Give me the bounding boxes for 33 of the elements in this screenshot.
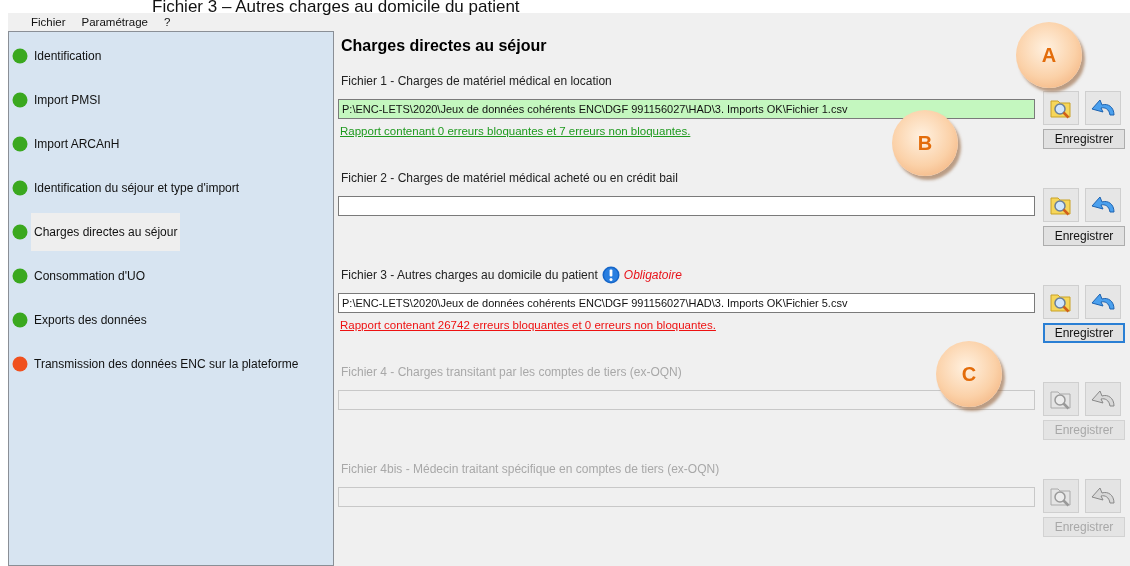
file-path-field[interactable] xyxy=(338,196,1035,216)
file-label: Fichier 4 - Charges transitant par les comptes de tiers (ex-OQN) xyxy=(341,365,682,379)
file-label: Fichier 3 - Autres charges au domicile du patient xyxy=(341,268,598,282)
undo-button[interactable] xyxy=(1085,188,1121,222)
section-title: Charges directes au séjour xyxy=(341,37,547,54)
file-path-field[interactable]: P:\ENC-LETS\2020\Jeux de données cohérents ENC\DGF 991156027\HAD\3. Imports OK\Fichier 5.csv xyxy=(338,293,1035,313)
info-icon xyxy=(601,266,620,284)
required-note: Obligatoire xyxy=(623,268,682,282)
sidebar-item[interactable]: Transmission des données ENC sur la plateforme xyxy=(31,345,302,383)
menu-item[interactable]: Fichier xyxy=(31,16,66,28)
report-link[interactable]: Rapport contenant 26742 erreurs bloquantes et 0 erreurs non bloquantes. xyxy=(338,319,716,331)
menu-item[interactable]: Paramétrage xyxy=(81,16,148,28)
sidebar-item[interactable]: Identification du séjour et type d'import xyxy=(31,169,243,207)
file-label: Fichier 2 - Charges de matériel médical acheté ou en crédit bail xyxy=(341,171,678,185)
caption-text: Fichier 3 – Autres charges au domicile du patient xyxy=(151,0,521,13)
file-path-field[interactable]: P:\ENC-LETS\2020\Jeux de données cohérents ENC\DGF 991156027\HAD\3. Imports OK\Fichier 1.csv xyxy=(338,99,1035,119)
browse-button[interactable] xyxy=(1043,188,1079,222)
file-label: Fichier 1 - Charges de matériel médical en location xyxy=(341,74,612,88)
sidebar-item[interactable]: Exports des données xyxy=(31,301,150,339)
save-button[interactable]: Enregistrer xyxy=(1043,323,1125,343)
undo-button[interactable] xyxy=(1085,91,1121,125)
save-button[interactable]: Enregistrer xyxy=(1043,129,1125,149)
sidebar-item[interactable]: Import PMSI xyxy=(31,81,104,119)
sidebar-item[interactable]: Import ARCAnH xyxy=(31,125,123,163)
sidebar-item[interactable]: Charges directes au séjour xyxy=(31,213,181,251)
browse-button[interactable] xyxy=(1043,285,1079,319)
sidebar-item[interactable]: Identification xyxy=(31,37,105,75)
file-label: Fichier 4bis - Médecin traitant spécifique en comptes de tiers (ex-OQN) xyxy=(341,462,720,476)
sidebar-item[interactable]: Consommation d'UO xyxy=(31,257,148,295)
menu-item[interactable]: ? xyxy=(164,16,171,28)
browse-button[interactable] xyxy=(1043,91,1079,125)
save-button[interactable]: Enregistrer xyxy=(1043,226,1125,246)
undo-button[interactable] xyxy=(1085,285,1121,319)
